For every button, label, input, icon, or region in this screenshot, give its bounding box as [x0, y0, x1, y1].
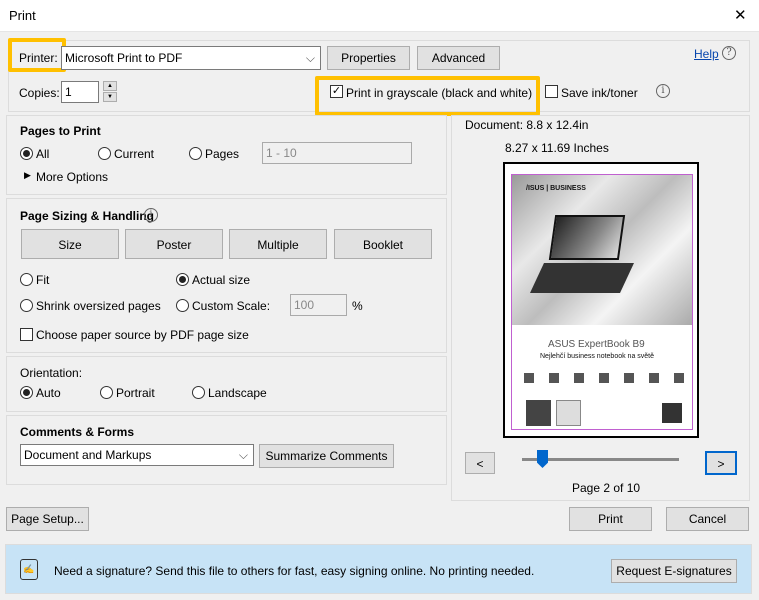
intel-iris-badge — [556, 400, 581, 426]
comments-title: Comments & Forms — [20, 425, 135, 439]
properties-button[interactable]: Properties — [327, 46, 410, 70]
document-size: Document: 8.8 x 12.4in — [465, 118, 589, 132]
booklet-tab[interactable]: Booklet — [334, 229, 432, 259]
custom-scale-label: Custom Scale: — [192, 299, 271, 313]
grayscale-label: Print in grayscale (black and white) — [346, 86, 533, 100]
help-link[interactable]: Help — [694, 47, 719, 61]
close-icon[interactable]: ✕ — [734, 6, 747, 24]
multiple-tab[interactable]: Multiple — [229, 229, 327, 259]
landscape-label: Landscape — [208, 386, 267, 400]
save-ink-checkbox[interactable] — [545, 85, 558, 98]
custom-scale-radio[interactable] — [176, 299, 189, 312]
advanced-button[interactable]: Advanced — [417, 46, 500, 70]
copies-input[interactable]: 1 — [61, 81, 99, 103]
copies-up-button[interactable]: ▲ — [103, 81, 117, 91]
actual-size-radio[interactable] — [176, 273, 189, 286]
cancel-button[interactable]: Cancel — [666, 507, 749, 531]
poster-tab[interactable]: Poster — [125, 229, 223, 259]
portrait-radio[interactable] — [100, 386, 113, 399]
signature-document-icon: ✍ — [20, 559, 38, 580]
paper-source-checkbox[interactable] — [20, 328, 33, 341]
landscape-radio[interactable] — [192, 386, 205, 399]
product-name: ASUS ExpertBook B9 — [548, 339, 645, 350]
fit-radio[interactable] — [20, 273, 33, 286]
chevron-down-icon: ⌵ — [305, 51, 315, 65]
pages-to-print-title: Pages to Print — [20, 124, 101, 138]
custom-scale-input[interactable]: 100 — [290, 294, 347, 316]
printer-value: Microsoft Print to PDF — [65, 51, 183, 65]
info-icon[interactable]: i — [144, 208, 158, 222]
all-label: All — [36, 147, 50, 161]
comments-value: Document and Markups — [24, 448, 152, 462]
summarize-comments-button[interactable]: Summarize Comments — [259, 444, 394, 468]
size-tab[interactable]: Size — [21, 229, 119, 259]
help-icon[interactable]: ? — [722, 46, 736, 60]
shrink-label: Shrink oversized pages — [36, 299, 161, 313]
page-indicator: Page 2 of 10 — [572, 481, 641, 495]
expand-triangle-icon[interactable]: ▶ — [24, 170, 31, 181]
copies-label: Copies: — [19, 86, 60, 100]
page-content: /ISUS | BUSINESS ASUS ExpertBook B9 Nejl… — [511, 174, 693, 430]
all-radio[interactable] — [20, 147, 33, 160]
portrait-label: Portrait — [116, 386, 155, 400]
page-preview: /ISUS | BUSINESS ASUS ExpertBook B9 Nejl… — [503, 162, 699, 438]
page-sizing-title: Page Sizing & Handling — [20, 209, 155, 223]
pages-radio[interactable] — [189, 147, 202, 160]
feature-icons — [524, 373, 684, 383]
brand-logo: /ISUS | BUSINESS — [526, 185, 586, 192]
signature-banner: ✍ Need a signature? Send this file to ot… — [5, 544, 752, 594]
pages-label: Pages — [205, 147, 240, 161]
copies-down-button[interactable]: ▼ — [103, 92, 117, 102]
banner-text: Need a signature? Send this file to othe… — [54, 564, 535, 578]
info-icon[interactable]: i — [656, 84, 670, 98]
page-range-input[interactable]: 1 - 10 — [262, 142, 412, 164]
product-tagline: Nejlehčí business notebook na světě — [540, 353, 655, 360]
laptop-screen-image — [548, 215, 626, 260]
title-bar: Print ✕ — [0, 0, 759, 32]
shrink-radio[interactable] — [20, 299, 33, 312]
print-button[interactable]: Print — [569, 507, 652, 531]
laptop-keyboard-image — [530, 263, 634, 293]
printer-label: Printer: — [19, 51, 58, 65]
paper-size: 8.27 x 11.69 Inches — [505, 141, 609, 155]
chevron-down-icon: ⌵ — [238, 448, 248, 462]
hero-image — [512, 175, 692, 325]
page-setup-button[interactable]: Page Setup... — [6, 507, 89, 531]
paper-source-label: Choose paper source by PDF page size — [36, 328, 249, 342]
grayscale-checkbox[interactable]: ✓ — [330, 85, 343, 98]
orientation-title: Orientation: — [20, 366, 83, 380]
intel-core-badge — [526, 400, 551, 426]
auto-label: Auto — [36, 386, 61, 400]
percent-label: % — [352, 299, 363, 313]
more-options-toggle[interactable]: More Options — [36, 170, 108, 184]
previous-page-button[interactable]: < — [465, 452, 495, 474]
orientation-panel — [6, 356, 447, 412]
request-esignatures-button[interactable]: Request E-signatures — [611, 559, 737, 583]
fit-label: Fit — [36, 273, 50, 287]
auto-radio[interactable] — [20, 386, 33, 399]
current-label: Current — [114, 147, 155, 161]
qr-code — [662, 403, 682, 423]
comments-select[interactable]: Document and Markups ⌵ — [20, 444, 254, 466]
printer-select[interactable]: Microsoft Print to PDF ⌵ — [61, 46, 321, 70]
next-page-button[interactable]: > — [705, 451, 737, 475]
save-ink-label: Save ink/toner — [561, 86, 638, 100]
window-title: Print — [9, 8, 36, 23]
actual-size-label: Actual size — [192, 273, 251, 287]
current-radio[interactable] — [98, 147, 111, 160]
